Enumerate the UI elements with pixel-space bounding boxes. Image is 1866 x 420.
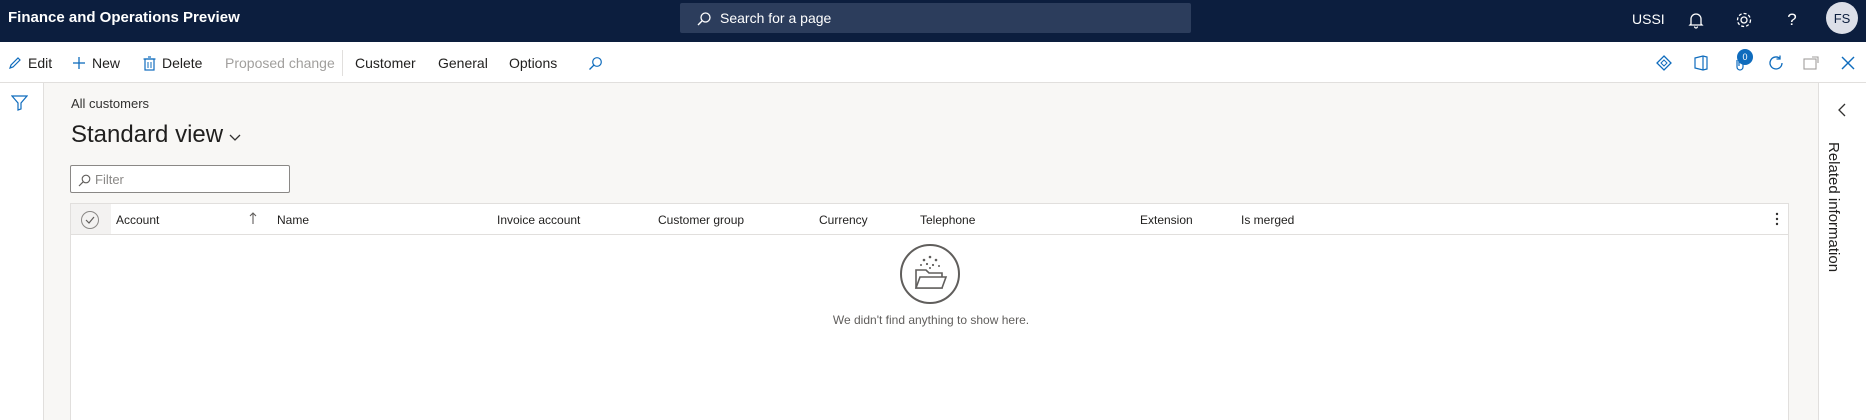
page-title: Standard view: [71, 121, 224, 148]
breadcrumb: All customers: [71, 96, 150, 111]
empty-folder-icon: [900, 244, 960, 304]
related-information-label[interactable]: Related information: [1825, 142, 1842, 272]
column-header-customer-group[interactable]: Customer group: [658, 213, 744, 227]
customers-grid: Account Name Invoice account Customer gr…: [70, 203, 1789, 420]
column-header-name[interactable]: Name: [277, 213, 309, 227]
diamond-icon[interactable]: [1654, 53, 1674, 73]
column-header-extension[interactable]: Extension: [1140, 213, 1193, 227]
filter-field[interactable]: [70, 165, 290, 193]
top-nav-bar: Finance and Operations Preview Search fo…: [0, 0, 1866, 42]
view-selector[interactable]: Standard view: [71, 121, 241, 149]
close-icon[interactable]: [1838, 53, 1858, 73]
tab-options[interactable]: Options: [509, 54, 557, 72]
toolbar-divider: [342, 50, 343, 76]
tab-general[interactable]: General: [438, 54, 488, 72]
grid-header: Account Name Invoice account Customer gr…: [71, 204, 1788, 235]
delete-button[interactable]: Delete: [143, 54, 202, 72]
select-all-column[interactable]: [71, 204, 111, 234]
bell-icon[interactable]: [1685, 9, 1707, 31]
office-icon[interactable]: [1691, 53, 1711, 73]
delete-label: Delete: [162, 55, 203, 71]
edit-label: Edit: [28, 55, 53, 71]
column-header-telephone[interactable]: Telephone: [920, 213, 975, 227]
open-new-window-icon[interactable]: [1801, 53, 1821, 73]
proposed-change-button[interactable]: Proposed change: [225, 54, 335, 72]
company-picker[interactable]: USSI: [1632, 11, 1665, 27]
help-icon[interactable]: ?: [1781, 9, 1803, 31]
gear-icon[interactable]: [1733, 9, 1755, 31]
search-icon: [78, 174, 91, 187]
avatar[interactable]: FS: [1826, 2, 1858, 34]
refresh-icon[interactable]: [1766, 53, 1786, 73]
checkmark-icon[interactable]: [81, 211, 99, 229]
edit-button[interactable]: Edit: [8, 54, 52, 72]
sort-ascending-icon[interactable]: [249, 211, 257, 229]
new-button[interactable]: New: [72, 54, 120, 72]
search-placeholder: Search for a page: [720, 10, 832, 26]
filter-input[interactable]: [95, 169, 285, 189]
plus-icon: [72, 56, 86, 70]
action-search-icon[interactable]: [588, 54, 603, 72]
search-icon: [697, 12, 711, 26]
pencil-icon: [8, 56, 22, 70]
column-header-currency[interactable]: Currency: [819, 213, 868, 227]
app-title[interactable]: Finance and Operations Preview: [8, 9, 240, 26]
filter-icon[interactable]: [10, 95, 29, 116]
chevron-down-icon: [229, 134, 241, 142]
filter-pane-strip: [0, 83, 44, 420]
tab-customer[interactable]: Customer: [355, 54, 416, 72]
trash-icon: [143, 55, 156, 71]
column-header-invoice-account[interactable]: Invoice account: [497, 213, 580, 227]
page-search-box[interactable]: Search for a page: [680, 3, 1191, 33]
attachment-count-badge: 0: [1737, 49, 1753, 65]
action-pane: Edit New Delete Proposed change Customer…: [0, 42, 1866, 83]
chevron-left-icon[interactable]: [1837, 103, 1847, 122]
empty-state-message: We didn't find anything to show here.: [832, 313, 1030, 327]
more-options-icon[interactable]: [1775, 212, 1779, 231]
column-header-account[interactable]: Account: [116, 213, 159, 227]
column-header-is-merged[interactable]: Is merged: [1241, 213, 1294, 227]
new-label: New: [92, 55, 121, 71]
